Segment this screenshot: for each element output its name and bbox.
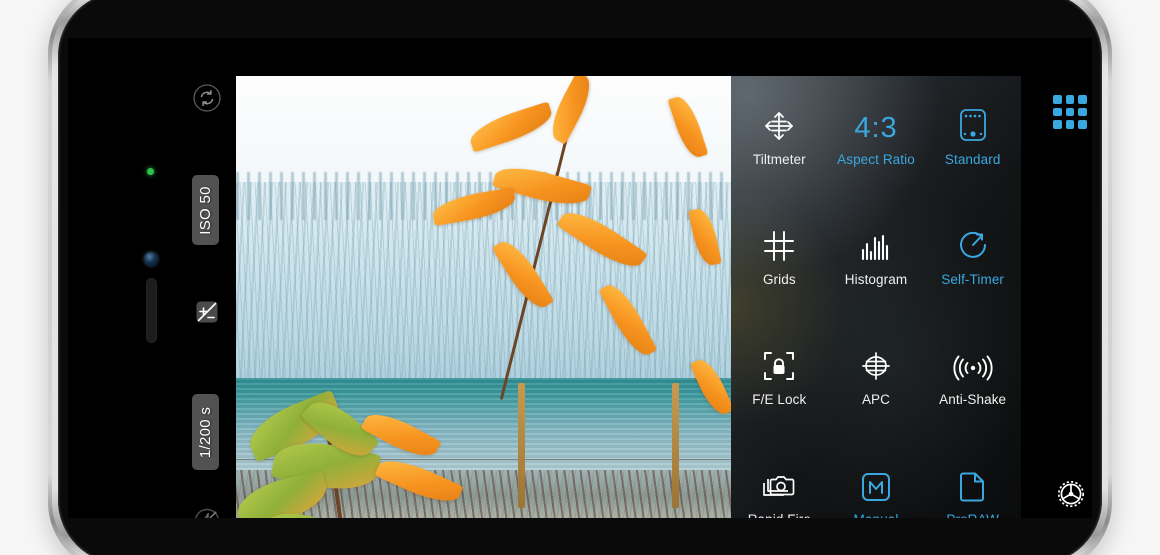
camera-active-led-indicator bbox=[147, 168, 154, 175]
apps-grid-icon bbox=[1078, 95, 1087, 104]
setting-grids[interactable]: Grids bbox=[731, 196, 828, 316]
preview-fence-post bbox=[518, 383, 526, 508]
tiltmeter-icon bbox=[760, 105, 798, 143]
shutter-speed-text: 1/200 s bbox=[197, 406, 214, 458]
setting-label: Self-Timer bbox=[941, 272, 1005, 287]
setting-fe-lock[interactable]: F/E Lock bbox=[731, 316, 828, 436]
apps-grid-icon bbox=[1053, 120, 1062, 129]
setting-anti-shake[interactable]: Anti-Shake bbox=[924, 316, 1021, 436]
apps-grid-icon bbox=[1053, 95, 1062, 104]
flash-off-icon bbox=[194, 508, 219, 518]
setting-label: Manual bbox=[854, 512, 899, 518]
exposure-compensation-button[interactable] bbox=[190, 295, 223, 328]
grid-lines-icon bbox=[762, 225, 796, 263]
setting-label: ProRAW bbox=[946, 512, 999, 518]
rapid-fire-icon bbox=[760, 465, 798, 503]
settings-button[interactable]: Settings bbox=[1023, 475, 1092, 518]
setting-self-timer[interactable]: Self-Timer bbox=[924, 196, 1021, 316]
apps-grid-icon bbox=[1065, 107, 1075, 117]
setting-histogram[interactable]: Histogram bbox=[828, 196, 925, 316]
iso-value-chip[interactable]: ISO 50 bbox=[192, 175, 219, 245]
setting-label: F/E Lock bbox=[752, 392, 807, 407]
anti-shake-icon bbox=[953, 345, 993, 383]
focus-exposure-lock-icon bbox=[762, 345, 796, 383]
screenshot-stage: ISO 50 1/200 s Tiltmeter 4:3 Aspect Rati… bbox=[0, 0, 1160, 555]
setting-aspect-ratio[interactable]: 4:3 Aspect Ratio bbox=[828, 76, 925, 196]
flash-toggle-button[interactable] bbox=[190, 504, 223, 518]
setting-label: APC bbox=[861, 392, 891, 407]
exposure-compensation-icon bbox=[196, 301, 217, 322]
apps-grid-icon bbox=[1078, 120, 1087, 129]
setting-label: Histogram bbox=[844, 272, 908, 287]
setting-label: Tiltmeter bbox=[752, 152, 806, 167]
histogram-icon bbox=[859, 225, 893, 263]
apc-icon bbox=[859, 345, 893, 383]
aspect-ratio-text: 4:3 bbox=[854, 105, 897, 143]
settings-grid: Tiltmeter 4:3 Aspect Ratio Standard Grid… bbox=[731, 76, 1021, 518]
front-camera-lens bbox=[144, 252, 158, 266]
setting-label: Standard bbox=[944, 152, 1001, 167]
iso-value-text: ISO 50 bbox=[197, 185, 214, 235]
manual-mode-icon bbox=[860, 465, 892, 503]
proraw-icon bbox=[958, 465, 988, 503]
shutter-speed-chip[interactable]: 1/200 s bbox=[192, 394, 219, 470]
apps-grid-icon bbox=[1053, 107, 1062, 117]
phone-screen: ISO 50 1/200 s Tiltmeter 4:3 Aspect Rati… bbox=[68, 38, 1092, 518]
photo-preview[interactable] bbox=[236, 76, 731, 518]
setting-standard-lens[interactable]: Standard bbox=[924, 76, 1021, 196]
camera-settings-panel: Tiltmeter 4:3 Aspect Ratio Standard Grid… bbox=[731, 76, 1021, 518]
camera-flip-icon bbox=[192, 83, 221, 112]
apps-grid-icon bbox=[1065, 95, 1075, 104]
setting-rapid-fire[interactable]: Rapid Fire bbox=[731, 436, 828, 518]
setting-label: Aspect Ratio bbox=[837, 152, 915, 167]
flip-camera-button[interactable] bbox=[190, 81, 223, 114]
lens-standard-icon bbox=[957, 105, 989, 143]
setting-label: Rapid Fire bbox=[748, 512, 811, 518]
apps-grid-button[interactable] bbox=[1053, 95, 1087, 129]
setting-tiltmeter[interactable]: Tiltmeter bbox=[731, 76, 828, 196]
aspect-ratio-value: 4:3 bbox=[854, 112, 898, 144]
setting-proraw[interactable]: ProRAW bbox=[924, 436, 1021, 518]
setting-label: Grids bbox=[762, 272, 796, 287]
gear-icon bbox=[1052, 475, 1090, 513]
setting-apc[interactable]: APC bbox=[828, 316, 925, 436]
setting-label: Anti-Shake bbox=[939, 392, 1007, 407]
self-timer-icon bbox=[956, 225, 990, 263]
apps-grid-icon bbox=[1078, 107, 1087, 117]
setting-manual-mode[interactable]: Manual bbox=[828, 436, 925, 518]
apps-grid-icon bbox=[1065, 120, 1075, 129]
earpiece-speaker-slot bbox=[146, 278, 157, 343]
preview-fence-post bbox=[671, 383, 679, 508]
